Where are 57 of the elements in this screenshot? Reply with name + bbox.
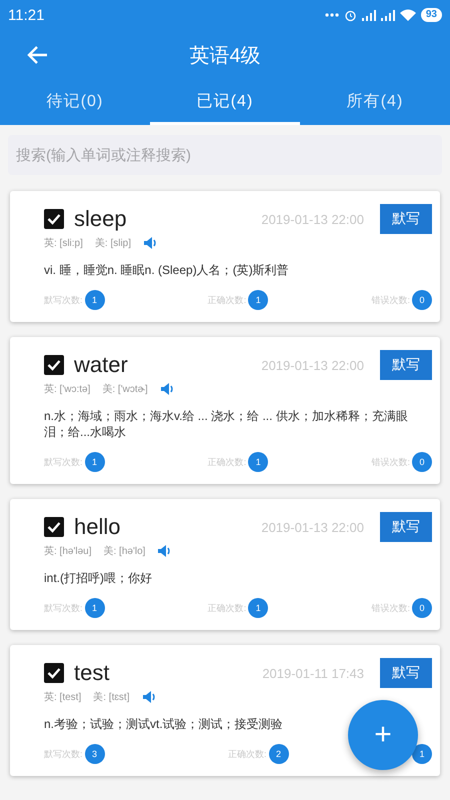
count-badge: 3	[84, 744, 105, 764]
search-field[interactable]: 搜索(输入单词或注释搜索)	[8, 135, 442, 175]
count-badge: 1	[84, 452, 105, 472]
meaning-text: n.考验；试验；测试vt.试验；测试；接受测验	[44, 716, 284, 732]
tab[interactable]: 待记(0)	[0, 80, 150, 125]
checkbox[interactable]	[44, 209, 64, 229]
meaning-text: int.(打招呼)喂；你好	[44, 570, 153, 586]
alarm-icon	[344, 8, 357, 22]
word-text: test	[74, 660, 110, 686]
page-title: 英语4级	[189, 44, 261, 68]
count-badge: 2	[268, 744, 289, 764]
speaker-icon[interactable]	[142, 690, 156, 704]
signal-icon	[362, 10, 376, 20]
checkmark-icon	[47, 667, 61, 679]
count-badge: 1	[248, 290, 268, 310]
us-phonetic: 美: [tɛst]	[93, 690, 130, 704]
speaker-icon[interactable]	[157, 544, 172, 558]
status-time: 11:21	[8, 6, 44, 24]
us-phonetic: 美: ['wɔtɚ]	[102, 382, 148, 396]
us-phonetic: 美: [hə'lo]	[104, 544, 146, 558]
count-badge: 0	[412, 452, 432, 472]
dictation-button[interactable]: 默写	[380, 658, 432, 688]
tab[interactable]: 已记(4)	[150, 80, 300, 125]
word-text: sleep	[74, 206, 127, 232]
battery-icon: 93	[420, 8, 442, 22]
speaker-icon[interactable]	[160, 382, 174, 396]
signal-icon	[380, 10, 395, 20]
count-badge: 1	[412, 744, 432, 764]
meaning-text: vi. 睡，睡觉n. 睡眠n. (Sleep)人名；(英)斯利普	[44, 262, 290, 278]
checkbox[interactable]	[44, 517, 64, 537]
count-badge: 1	[84, 598, 105, 618]
us-phonetic: 美: [slip]	[94, 236, 132, 250]
checkmark-icon	[47, 213, 61, 225]
wifi-icon	[400, 9, 416, 21]
speaker-icon[interactable]	[143, 236, 158, 250]
back-arrow-icon[interactable]	[26, 45, 48, 65]
count-badge: 1	[248, 452, 268, 472]
uk-phonetic: 英: [hə'ləu]	[44, 544, 92, 558]
tab[interactable]: 所有(4)	[300, 80, 450, 125]
count-badge: 0	[412, 598, 432, 618]
count-badge: 1	[248, 598, 268, 618]
uk-phonetic: 英: ['wɔ:tə]	[44, 382, 90, 396]
dictation-button[interactable]: 默写	[380, 204, 432, 234]
word-text: water	[74, 352, 128, 378]
dictation-button[interactable]: 默写	[380, 350, 432, 380]
meaning-text: n.水；海域；雨水；海水v.给 ... 浇水；给 ... 供水；加水稀释；充满眼泪；给...水喝水	[44, 408, 409, 440]
checkbox[interactable]	[44, 663, 64, 683]
dictation-button[interactable]: 默写	[380, 512, 432, 542]
count-badge: 0	[412, 290, 432, 310]
word-text: hello	[74, 514, 120, 540]
more-icon	[324, 13, 339, 17]
count-badge: 1	[84, 290, 105, 310]
checkmark-icon	[47, 521, 61, 533]
uk-phonetic: 英: [test]	[44, 690, 82, 704]
uk-phonetic: 英: [sli:p]	[44, 236, 83, 250]
checkbox[interactable]	[44, 355, 64, 375]
checkmark-icon	[47, 359, 61, 371]
